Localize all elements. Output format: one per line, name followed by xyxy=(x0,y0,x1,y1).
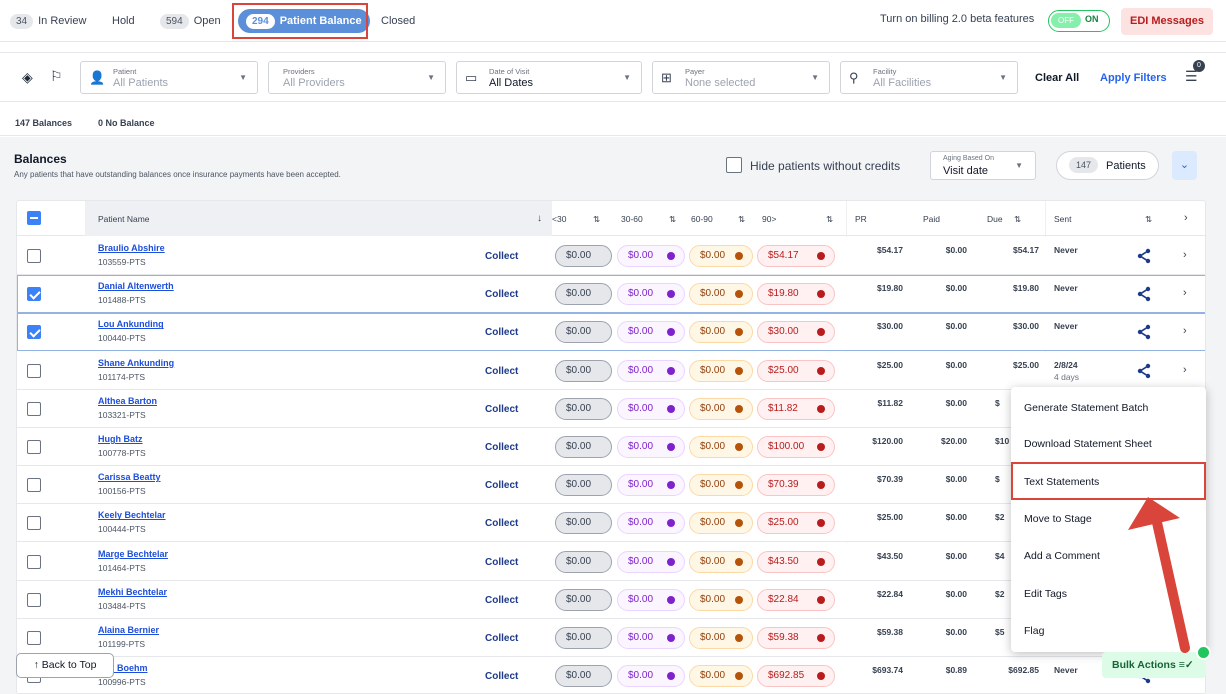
annotation-arrow xyxy=(1128,497,1190,653)
